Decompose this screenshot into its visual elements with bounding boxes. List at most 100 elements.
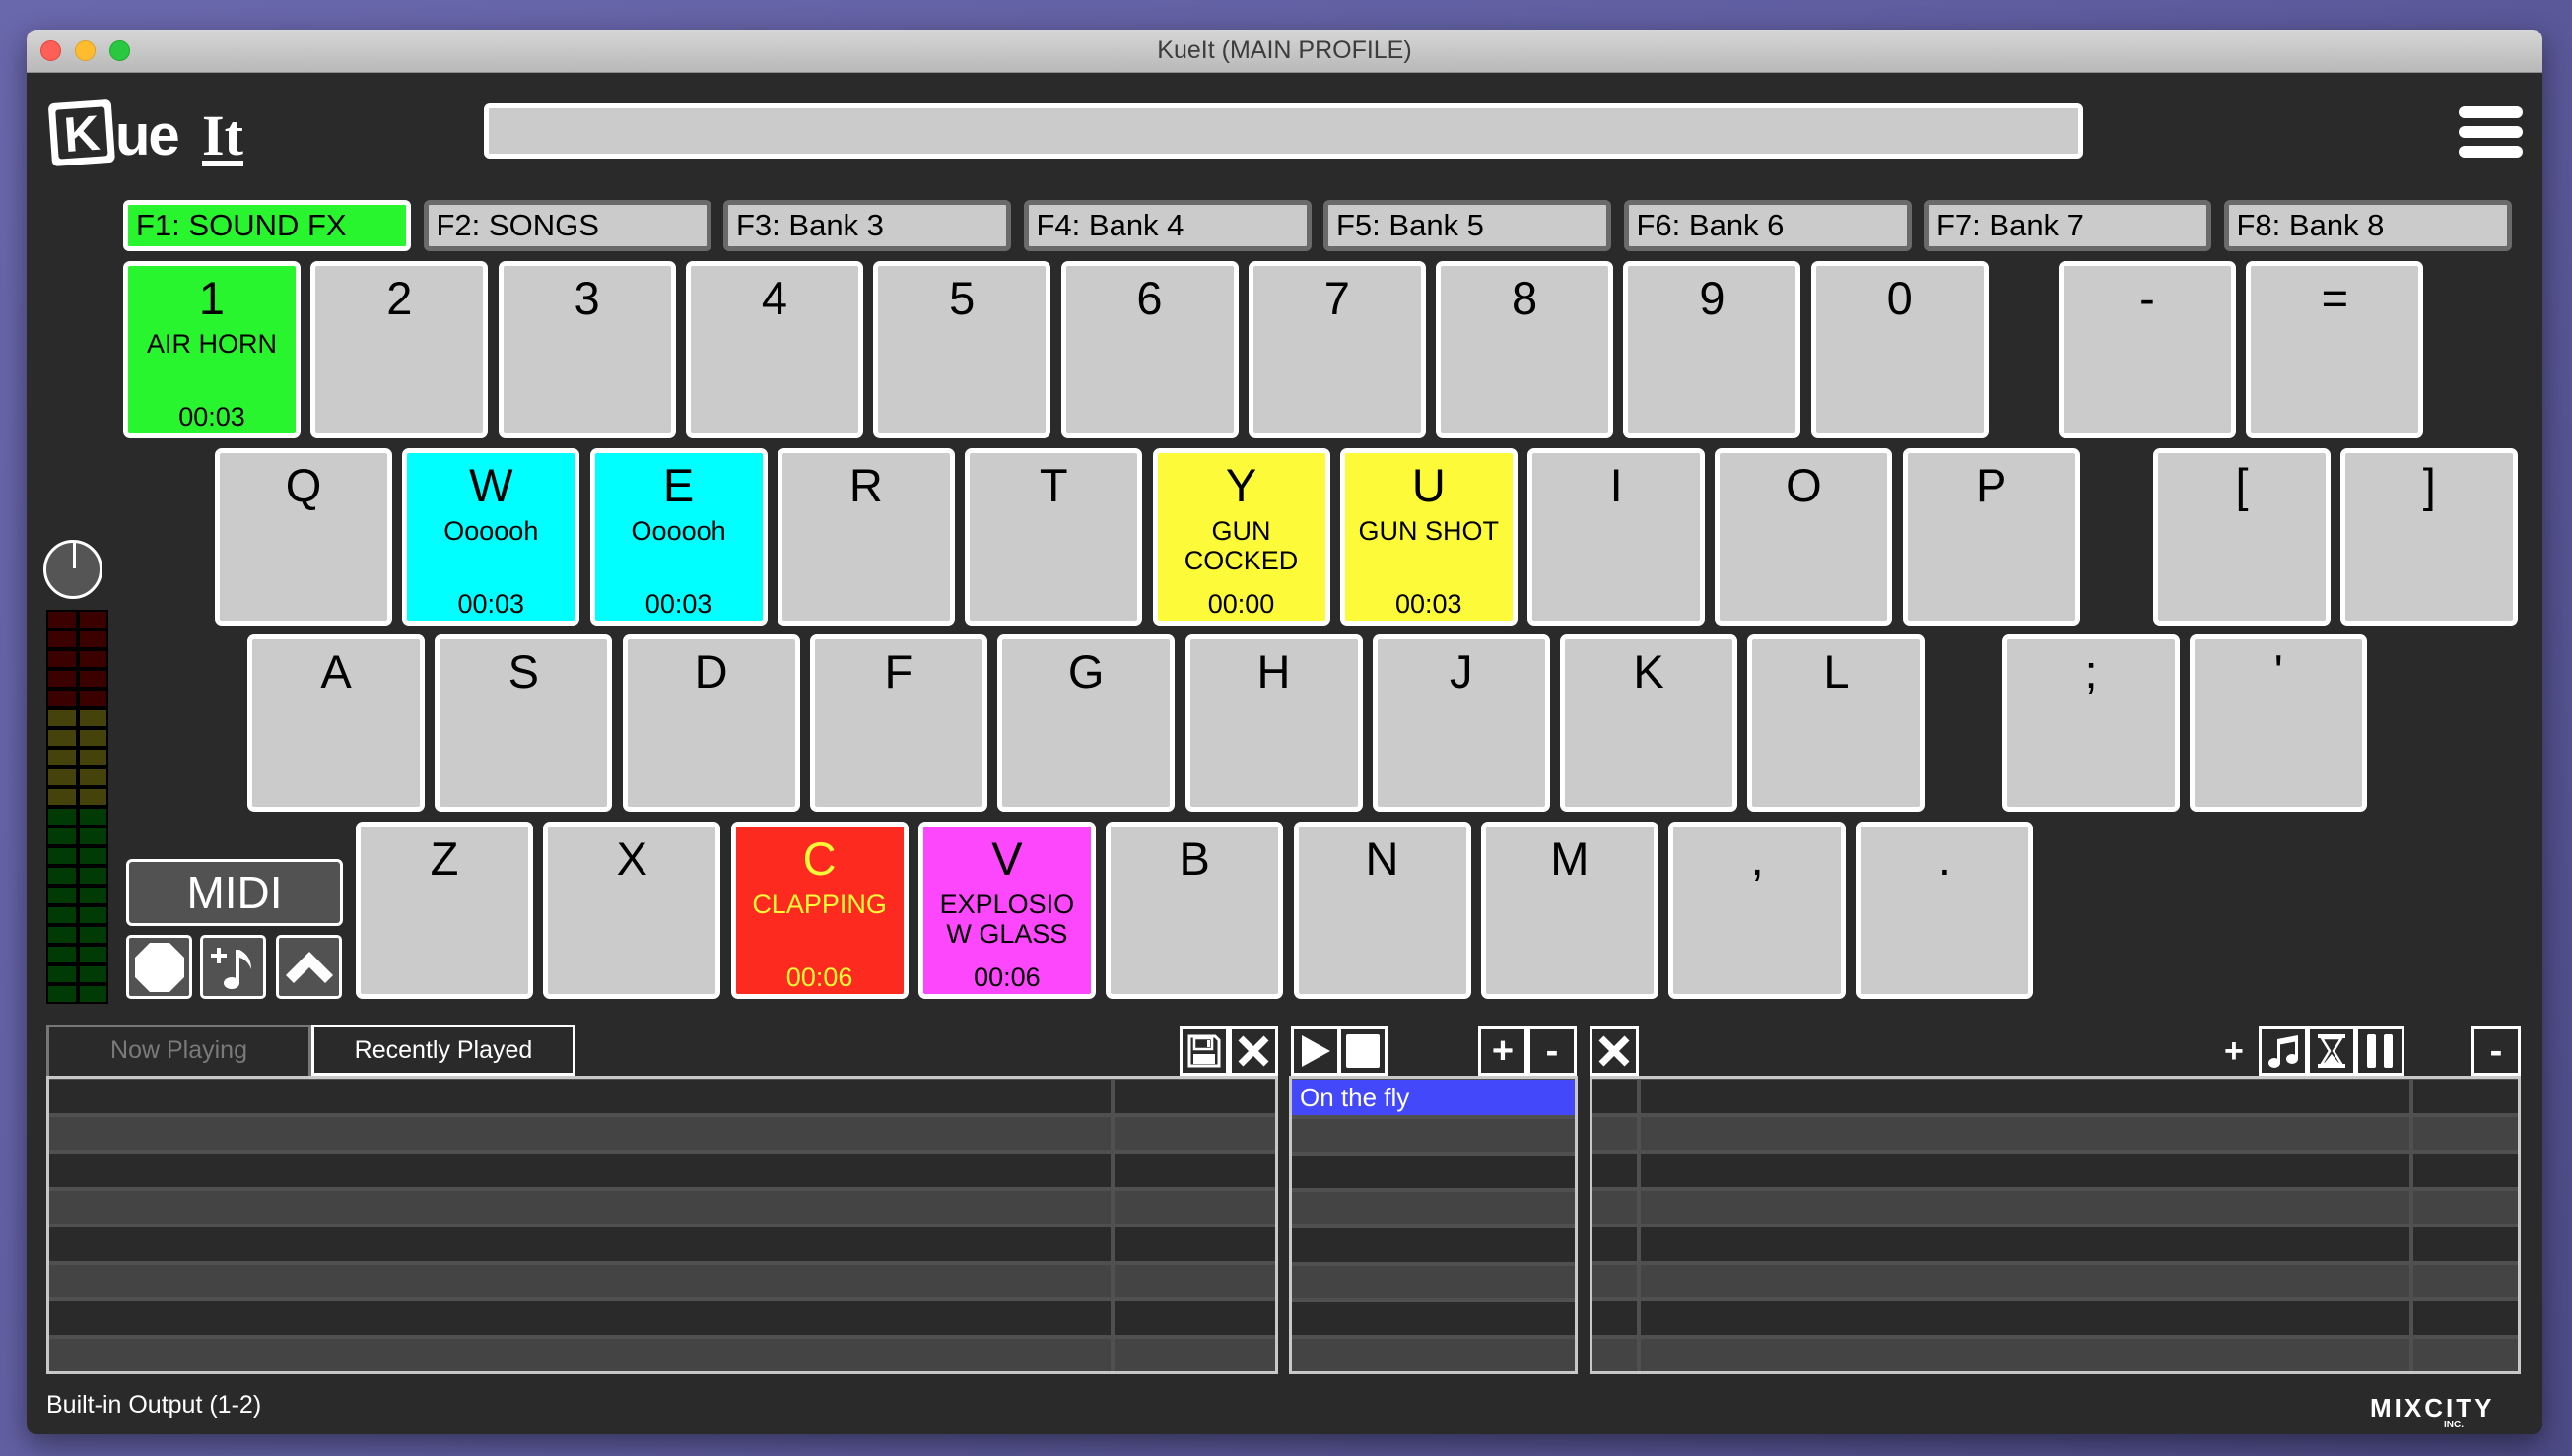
key-quote[interactable]: ' xyxy=(2190,634,2368,812)
key-n[interactable]: N xyxy=(1293,822,1471,999)
stop-button[interactable] xyxy=(1338,1026,1388,1076)
bank-tab-5[interactable]: F5: Bank 5 xyxy=(1323,200,1611,251)
delay-button[interactable] xyxy=(2307,1026,2356,1076)
bank-tab-4[interactable]: F4: Bank 4 xyxy=(1023,200,1312,251)
table-row[interactable] xyxy=(1292,1265,1575,1298)
add-queue-item-button[interactable]: + xyxy=(2224,1032,2244,1071)
table-row[interactable] xyxy=(1592,1154,2518,1187)
key-2[interactable]: 2 xyxy=(310,261,489,438)
table-row[interactable] xyxy=(49,1154,1275,1187)
table-cell xyxy=(1592,1227,1637,1261)
add-playlist-button[interactable]: + xyxy=(1478,1026,1527,1076)
key-r[interactable]: R xyxy=(777,448,955,626)
table-row[interactable] xyxy=(1292,1156,1575,1189)
key-h[interactable]: H xyxy=(1184,634,1363,812)
key-9[interactable]: 9 xyxy=(1623,261,1801,438)
key-v[interactable]: V EXPLOSIO W GLASS 00:06 xyxy=(917,822,1096,999)
key-i[interactable]: I xyxy=(1527,448,1706,626)
key-d[interactable]: D xyxy=(622,634,800,812)
table-row[interactable]: On the fly xyxy=(1292,1080,1575,1115)
table-row[interactable] xyxy=(1292,1228,1575,1262)
key-z[interactable]: Z xyxy=(356,822,533,999)
key-5[interactable]: 5 xyxy=(873,261,1051,438)
key-4[interactable]: 4 xyxy=(685,261,863,438)
music-mode-button[interactable] xyxy=(2259,1026,2308,1076)
key-x[interactable]: X xyxy=(543,822,721,999)
bank-tab-8[interactable]: F8: Bank 8 xyxy=(2223,200,2512,251)
table-row[interactable] xyxy=(49,1190,1275,1224)
key-o[interactable]: O xyxy=(1715,448,1893,626)
key-6[interactable]: 6 xyxy=(1060,261,1239,438)
key-q[interactable]: Q xyxy=(215,448,392,626)
key-3[interactable]: 3 xyxy=(498,261,676,438)
table-row[interactable] xyxy=(1292,1119,1575,1153)
table-row[interactable] xyxy=(1592,1264,2518,1297)
key-e[interactable]: E Oooooh 00:03 xyxy=(589,448,768,626)
key-u[interactable]: U GUN SHOT 00:03 xyxy=(1339,448,1518,626)
table-row[interactable] xyxy=(1592,1301,2518,1335)
bank-tab-1[interactable]: F1: SOUND FX xyxy=(123,200,411,251)
collapse-button[interactable] xyxy=(276,935,342,999)
key-c[interactable]: C CLAPPING 00:06 xyxy=(730,822,909,999)
table-row[interactable] xyxy=(1592,1080,2518,1113)
midi-button[interactable]: MIDI xyxy=(126,859,343,926)
key-label: . xyxy=(1937,832,1951,885)
pause-button[interactable] xyxy=(2355,1026,2404,1076)
key-a[interactable]: A xyxy=(247,634,425,812)
table-row[interactable] xyxy=(49,1338,1275,1371)
add-sound-button[interactable] xyxy=(200,935,266,999)
table-row[interactable] xyxy=(1592,1227,2518,1261)
table-row[interactable] xyxy=(49,1301,1275,1335)
key-j[interactable]: J xyxy=(1372,634,1550,812)
key-rbracket[interactable]: ] xyxy=(2340,448,2519,626)
clear-recent-button[interactable] xyxy=(1229,1026,1278,1076)
table-row[interactable] xyxy=(1292,1301,1575,1335)
key-label: [ xyxy=(2235,459,2249,511)
clear-queue-button[interactable] xyxy=(1590,1026,1639,1076)
key-f[interactable]: F xyxy=(809,634,987,812)
key-y[interactable]: Y GUN COCKED 00:00 xyxy=(1152,448,1330,626)
key-0[interactable]: 0 xyxy=(1810,261,1989,438)
table-row[interactable] xyxy=(49,1227,1275,1261)
key-w[interactable]: W Oooooh 00:03 xyxy=(402,448,580,626)
table-row[interactable] xyxy=(49,1080,1275,1113)
key-comma[interactable]: , xyxy=(1668,822,1847,999)
tab-recently-played[interactable]: Recently Played xyxy=(311,1025,575,1076)
remove-playlist-button[interactable]: - xyxy=(1527,1026,1577,1076)
key-k[interactable]: K xyxy=(1560,634,1738,812)
key-t[interactable]: T xyxy=(965,448,1143,626)
save-button[interactable] xyxy=(1180,1026,1229,1076)
play-button[interactable] xyxy=(1291,1026,1340,1076)
key-period[interactable]: . xyxy=(1856,822,2034,999)
key-semicolon[interactable]: ; xyxy=(2002,634,2180,812)
key-minus[interactable]: - xyxy=(2059,261,2236,438)
key-7[interactable]: 7 xyxy=(1248,261,1426,438)
tab-now-playing[interactable]: Now Playing xyxy=(46,1025,311,1076)
key-b[interactable]: B xyxy=(1106,822,1284,999)
key-1[interactable]: 1 AIR HORN 00:03 xyxy=(123,261,301,438)
bank-tab-6[interactable]: F6: Bank 6 xyxy=(1623,200,1912,251)
key-equals[interactable]: = xyxy=(2246,261,2424,438)
key-lbracket[interactable]: [ xyxy=(2153,448,2331,626)
key-s[interactable]: S xyxy=(435,634,613,812)
table-row[interactable] xyxy=(49,1264,1275,1297)
key-g[interactable]: G xyxy=(997,634,1176,812)
table-row[interactable] xyxy=(1292,1338,1575,1371)
table-row[interactable] xyxy=(1592,1190,2518,1224)
key-l[interactable]: L xyxy=(1747,634,1926,812)
hamburger-menu-button[interactable] xyxy=(2459,106,2523,158)
search-input[interactable] xyxy=(484,103,2083,159)
stop-all-button[interactable] xyxy=(126,935,192,999)
table-row[interactable] xyxy=(1592,1116,2518,1150)
bank-tab-7[interactable]: F7: Bank 7 xyxy=(1924,200,2211,251)
table-row[interactable] xyxy=(1292,1192,1575,1225)
table-row[interactable] xyxy=(1592,1338,2518,1371)
key-8[interactable]: 8 xyxy=(1436,261,1614,438)
table-row[interactable] xyxy=(49,1116,1275,1150)
bank-tab-3[interactable]: F3: Bank 3 xyxy=(723,200,1011,251)
key-p[interactable]: P xyxy=(1902,448,2080,626)
key-m[interactable]: M xyxy=(1480,822,1658,999)
remove-queue-item-button[interactable]: - xyxy=(2471,1026,2521,1076)
volume-knob[interactable] xyxy=(43,540,102,599)
bank-tab-2[interactable]: F2: SONGS xyxy=(423,200,711,251)
